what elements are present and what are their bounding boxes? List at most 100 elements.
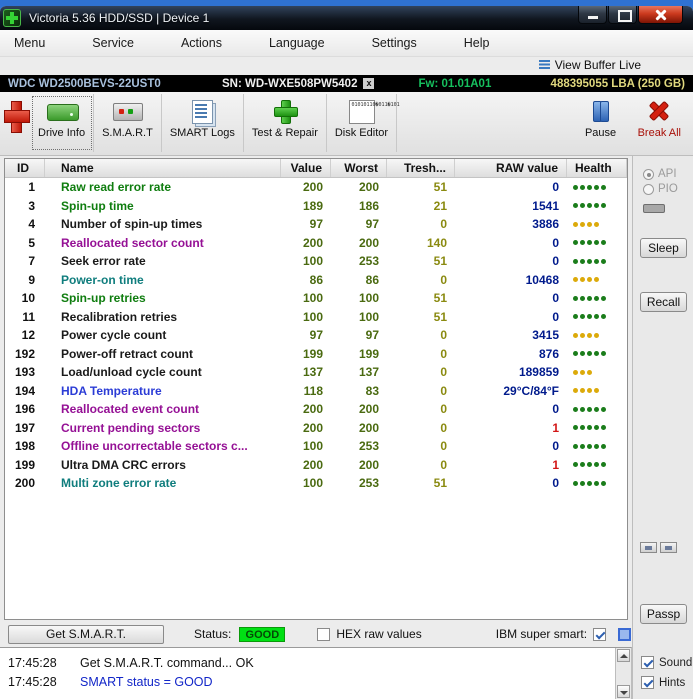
break-all-button[interactable]: Break All [630,94,689,141]
cell-worst: 100 [358,291,379,306]
sleep-button[interactable]: Sleep [640,238,687,258]
toolbar-button-disk-editor[interactable]: Disk Editor [327,94,400,152]
cell-tresh: 0 [440,457,447,472]
smart-row-5[interactable]: 5 Reallocated sector count 200 200 140 0 [5,234,627,253]
cell-id: 1 [28,180,35,195]
pause-button[interactable]: Pause [572,94,630,141]
sound-checkbox[interactable] [641,656,654,669]
column-header-worst[interactable]: Worst [331,159,387,177]
ibm-indicator[interactable] [618,627,632,641]
get-smart-button[interactable]: Get S.M.A.R.T. [8,624,164,644]
menu-item-settings[interactable]: Settings [372,36,417,50]
scroll-up-icon[interactable] [617,649,630,662]
cell-val: 100 [302,439,323,454]
column-header-name[interactable]: Name [45,159,281,177]
cell-name: Power cycle count [61,328,167,343]
menu-item-menu[interactable]: Menu [14,36,45,50]
menu-item-language[interactable]: Language [269,36,325,50]
hints-toggle[interactable]: Hints [641,676,685,689]
toolbar-button-label: S.M.A.R.T [102,127,153,139]
cell-name: Power-off retract count [61,346,194,361]
hex-raw-checkbox[interactable] [317,627,331,641]
smart-row-11[interactable]: 11 Recalibration retries 100 100 51 0 [5,308,627,327]
smart-row-7[interactable]: 7 Seek error rate 100 253 51 0 [5,252,627,271]
passp-button[interactable]: Passp [640,604,687,624]
hex-raw-group[interactable]: HEX raw values [317,627,422,641]
toolbar-button-test-repair[interactable]: Test & Repair [244,94,327,152]
smart-row-196[interactable]: 196 Reallocated event count 200 200 0 0 [5,400,627,419]
recall-button[interactable]: Recall [640,292,687,312]
smart-row-3[interactable]: 3 Spin-up time 189 186 21 1541 [5,197,627,216]
health-indicator [567,480,627,486]
cell-tresh: 0 [440,346,447,361]
hex-raw-label: HEX raw values [336,627,422,641]
menu-item-actions[interactable]: Actions [181,36,222,50]
column-header-health[interactable]: Health [567,159,627,177]
cell-val: 200 [302,457,323,472]
cell-tresh: 0 [440,402,447,417]
cell-id: 194 [14,383,35,398]
health-indicator [567,443,627,449]
smart-row-12[interactable]: 12 Power cycle count 97 97 0 3415 [5,326,627,345]
smart-row-199[interactable]: 199 Ultra DMA CRC errors 200 200 0 1 [5,456,627,475]
status-bar: Get S.M.A.R.T. Status: GOOD HEX raw valu… [0,622,632,646]
toolbar-button-smart-logs[interactable]: SMART Logs [162,94,244,152]
smart-row-4[interactable]: 4 Number of spin-up times 97 97 0 3886 [5,215,627,234]
smart-row-197[interactable]: 197 Current pending sectors 200 200 0 1 [5,419,627,438]
cell-tresh: 51 [433,291,447,306]
toolbar-button-drive-info[interactable]: Drive Info [30,94,95,152]
cell-id: 196 [14,402,35,417]
cell-tresh: 0 [440,383,447,398]
cell-name: Offline uncorrectable sectors c... [61,439,248,454]
hints-checkbox[interactable] [641,676,654,689]
pio-radio[interactable] [643,183,654,195]
smart-row-193[interactable]: 193 Load/unload cycle count 137 137 0 189859 [5,363,627,382]
column-header-tresh[interactable]: Tresh... [387,159,455,177]
sound-toggle[interactable]: Sound [641,656,692,669]
maximize-button[interactable] [608,6,637,24]
smart-row-198[interactable]: 198 Offline uncorrectable sectors c... 100… [5,437,627,456]
smart-row-200[interactable]: 200 Multi zone error rate 100 253 51 0 [5,474,627,493]
menu-bar: Menu Service Actions Language Settings Help [0,30,693,57]
log-line: 17:45:28 Get S.M.A.R.T. command... OK [0,656,631,670]
cell-raw: 1541 [532,198,559,213]
cell-val: 100 [302,476,323,491]
cell-tresh: 0 [440,439,447,454]
api-radio[interactable] [643,168,654,180]
health-indicator [567,425,627,431]
menu-item-service[interactable]: Service [92,36,134,50]
panel-small-button-1[interactable] [640,542,657,553]
cell-worst: 86 [365,272,379,287]
ibm-smart-group[interactable]: IBM super smart: [496,627,632,641]
log-timestamp: 17:45:28 [8,656,57,670]
smart-row-194[interactable]: 194 HDA Temperature 118 83 0 29°C/84°F [5,382,627,401]
device-info-bar: WDC WD2500BEVS-22UST0 SN: WD-WXE508PW540… [0,75,693,92]
close-button[interactable] [638,6,683,24]
column-header-value[interactable]: Value [281,159,331,177]
cell-worst: 83 [365,383,379,398]
column-header-rawvalue[interactable]: RAW value [455,159,567,177]
smart-row-192[interactable]: 192 Power-off retract count 199 199 0 876 [5,345,627,364]
smart-row-9[interactable]: 9 Power-on time 86 86 0 10468 [5,271,627,290]
cell-id: 10 [21,291,35,306]
api-radio-row[interactable]: API [643,168,677,180]
smart-row-1[interactable]: 1 Raw read error rate 200 200 51 0 [5,178,627,197]
health-indicator [567,277,627,283]
minimize-button[interactable] [578,6,607,24]
scroll-down-icon[interactable] [617,685,630,698]
log-line: 17:45:28 SMART status = GOOD [0,675,631,689]
menu-item-help[interactable]: Help [464,36,490,50]
serial-close-icon[interactable]: x [363,78,375,89]
cell-val: 200 [302,402,323,417]
health-indicator [567,203,627,209]
column-header-id[interactable]: ID [5,159,45,177]
view-buffer-live-link[interactable]: View Buffer Live [538,58,641,72]
smart-row-10[interactable]: 10 Spin-up retries 100 100 51 0 [5,289,627,308]
smart-table-header: ID Name Value Worst Tresh... RAW value Health [5,159,627,178]
toolbar-button-s-m-a-r-t[interactable]: S.M.A.R.T [94,94,162,152]
ibm-smart-checkbox[interactable] [593,627,607,641]
log-scrollbar[interactable] [615,648,631,699]
device-model[interactable]: WDC WD2500BEVS-22UST0 [8,78,222,90]
panel-small-button-2[interactable] [660,542,677,553]
pio-radio-row[interactable]: PIO [643,183,678,195]
